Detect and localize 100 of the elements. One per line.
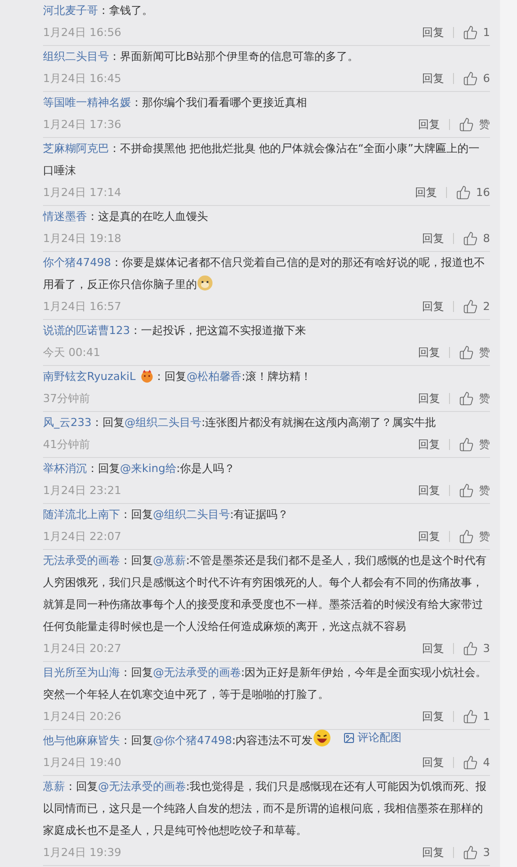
user-mention-link[interactable]: @你个猪47498: [153, 734, 232, 747]
reply-link[interactable]: 回复: [418, 436, 440, 452]
user-mention-link[interactable]: @来king给: [120, 462, 176, 475]
comment-time: 1月24日 20:26: [43, 708, 122, 724]
comment-time: 1月24日 16:45: [43, 70, 122, 86]
comment-text: 随洋流北上南下：回复@组织二头目号:有证据吗？: [43, 507, 290, 523]
author-name-link[interactable]: 他与他麻麻皆失: [43, 734, 120, 747]
author-name-link[interactable]: 随洋流北上南下: [43, 508, 120, 521]
comment-text: 葸薪：回复@无法承受的画卷:我也觉得是，我们只是感慨现在还有人可能因为饥饿而死、报以同情而已，这只是一个纯路人自发的想法，而不是所谓的追根问底，我相信墨茶在那样的家庭成长也不是圣人，只是纯可怜他想吃饺子和草莓。: [43, 779, 488, 839]
comment-text: 风_云233：回复@组织二头目号:连张图片都没有就搁在这颅内高潮了？属实牛批: [43, 415, 438, 431]
laughing-emoji-icon: [312, 729, 331, 747]
thumbs-up-icon: [463, 298, 478, 314]
like-button[interactable]: 3: [463, 640, 490, 656]
thumbs-up-icon: [459, 344, 474, 360]
like-button[interactable]: 8: [463, 230, 490, 246]
reply-link[interactable]: 回复: [422, 230, 444, 246]
thumbs-up-icon: [463, 844, 478, 860]
author-name-link[interactable]: 组织二头目号: [43, 50, 109, 63]
comment-time: 今天 00:41: [43, 344, 100, 360]
reply-link[interactable]: 回复: [422, 640, 444, 656]
author-name-link[interactable]: 南野铉玄RyuzakiL: [43, 370, 136, 383]
thumbs-up-icon: [463, 640, 478, 656]
reply-link[interactable]: 回复: [422, 298, 444, 314]
thumbs-up-icon: [456, 184, 471, 200]
like-button[interactable]: 赞: [459, 436, 490, 452]
comment-text: 目光所至为山海：回复@无法承受的画卷:因为正好是新年伊始，今年是全面实现小炕社会。突然一个年轻人在饥寒交迫中死了，等于是啪啪的打脸了。: [43, 665, 488, 703]
author-name-link[interactable]: 等国唯一精神名媛: [43, 96, 131, 109]
comment-text: 他与他麻麻皆失：回复@你个猪47498:内容违法不可发 评论配图: [43, 730, 403, 749]
comment-time: 1月24日 17:14: [43, 184, 122, 200]
thumbs-up-icon: [459, 116, 474, 132]
author-name-link[interactable]: 目光所至为山海: [43, 666, 120, 679]
comment-text: 芝麻糊阿克巴：不拼命摸黑他 把他批烂批臭 他的尸体就会像沾在“全面小康”大牌匾上的一口唾沫: [43, 141, 480, 179]
comment-time: 1月24日 16:57: [43, 298, 122, 314]
like-button[interactable]: 赞: [459, 528, 490, 544]
author-name-link[interactable]: 举杯消沉: [43, 462, 87, 475]
comment-time: 1月24日 23:21: [43, 482, 122, 498]
comment-text: 无法承受的画卷：回复@葸薪:不管是墨茶还是我们都不是圣人，我们感慨的也是这个时代有人穷困饿死，我们只是感慨这个时代不许有穷困饿死的人。每个人都会有不同的伤痛故事，就算是同一种伤痛故事每个人的接受度和承受度也不一样。墨茶活着的时候没有给大家带过任何负能量走得时候也是一个人没给任何造成麻烦的离开，光这点就不容易: [43, 553, 488, 635]
thumbs-up-icon: [463, 708, 478, 724]
thumbs-up-icon: [459, 528, 474, 544]
comment-time: 1月24日 22:07: [43, 528, 122, 544]
reply-link[interactable]: 回复: [422, 70, 444, 86]
author-name-link[interactable]: 葸薪: [43, 780, 65, 793]
thumbs-up-icon: [463, 230, 478, 246]
comment-time: 1月24日 19:18: [43, 230, 122, 246]
like-button[interactable]: 4: [463, 754, 490, 770]
like-button[interactable]: 6: [463, 70, 490, 86]
comment-time: 1月24日 20:27: [43, 640, 122, 656]
author-name-link[interactable]: 风_云233: [43, 416, 92, 429]
thumbs-up-icon: [459, 482, 474, 498]
like-button[interactable]: 16: [456, 184, 490, 200]
author-name-link[interactable]: 说谎的匹诺曹123: [43, 324, 130, 337]
comment-time: 37分钟前: [43, 390, 90, 406]
like-button[interactable]: 赞: [459, 116, 490, 132]
user-mention-link[interactable]: @葸薪: [153, 554, 186, 567]
like-button[interactable]: 1: [463, 708, 490, 724]
author-name-link[interactable]: 情迷墨香: [43, 210, 87, 223]
thumbs-up-icon: [459, 436, 474, 452]
face-badge-icon: [140, 369, 154, 383]
reply-link[interactable]: 回复: [422, 708, 444, 724]
comment-text: 情迷墨香：这是真的在吃人血馒头: [43, 209, 209, 225]
author-name-link[interactable]: 芝麻糊阿克巴: [43, 142, 109, 155]
like-button[interactable]: 2: [463, 298, 490, 314]
comment-time: 1月24日 19:40: [43, 754, 122, 770]
image-icon: [342, 732, 355, 744]
reply-link[interactable]: 回复: [422, 24, 444, 40]
like-button[interactable]: 赞: [459, 390, 490, 406]
user-mention-link[interactable]: @松柏馨香: [186, 370, 242, 383]
comment-time: 1月24日 19:39: [43, 844, 122, 860]
like-button[interactable]: 赞: [459, 482, 490, 498]
user-mention-link[interactable]: @无法承受的画卷: [98, 780, 186, 793]
reply-link[interactable]: 回复: [415, 184, 437, 200]
author-name-link[interactable]: 你个猪47498: [43, 256, 111, 269]
reply-link[interactable]: 回复: [418, 116, 440, 132]
reply-link[interactable]: 回复: [418, 344, 440, 360]
reply-link[interactable]: 回复: [422, 754, 444, 770]
author-name-link[interactable]: 河北麦子哥: [43, 4, 98, 17]
comment-text: 组织二头目号：界面新闻可比B站那个伊里奇的信息可靠的多了。: [43, 49, 360, 65]
comment-text: 你个猪47498：你要是媒体记者都不信只觉着自己信的是对的那还有啥好说的呢，报道也不用看了，反正你只信你脑子里的: [43, 255, 486, 293]
thumbs-up-icon: [463, 70, 478, 86]
like-button[interactable]: 3: [463, 844, 490, 860]
user-mention-link[interactable]: @组织二头目号: [153, 508, 230, 521]
like-button[interactable]: 1: [463, 24, 490, 40]
thumbs-up-icon: [459, 390, 474, 406]
comment-text: 河北麦子哥：拿钱了。: [43, 3, 154, 19]
reply-link[interactable]: 回复: [422, 844, 444, 860]
user-mention-link[interactable]: @无法承受的画卷: [153, 666, 241, 679]
comment-image-link[interactable]: 评论配图: [342, 731, 402, 745]
comment-text: 说谎的匹诺曹123：一起投诉，把这篇不实报道撤下来: [43, 323, 307, 339]
comment-text: 南野铉玄RyuzakiL ：回复@松柏馨香:滚！牌坊精！: [43, 368, 312, 385]
reply-link[interactable]: 回复: [418, 390, 440, 406]
reply-link[interactable]: 回复: [418, 528, 440, 544]
dog-emoji-icon: [197, 275, 213, 291]
comment-time: 1月24日 17:36: [43, 116, 122, 132]
comment-time: 41分钟前: [43, 436, 90, 452]
author-name-link[interactable]: 无法承受的画卷: [43, 554, 120, 567]
like-button[interactable]: 赞: [459, 344, 490, 360]
reply-link[interactable]: 回复: [418, 482, 440, 498]
user-mention-link[interactable]: @组织二头目号: [124, 416, 202, 429]
comment-text: 举杯消沉：回复@来king给:你是人吗？: [43, 461, 236, 477]
comment-text: 等国唯一精神名媛：那你编个我们看看哪个更接近真相: [43, 95, 308, 111]
